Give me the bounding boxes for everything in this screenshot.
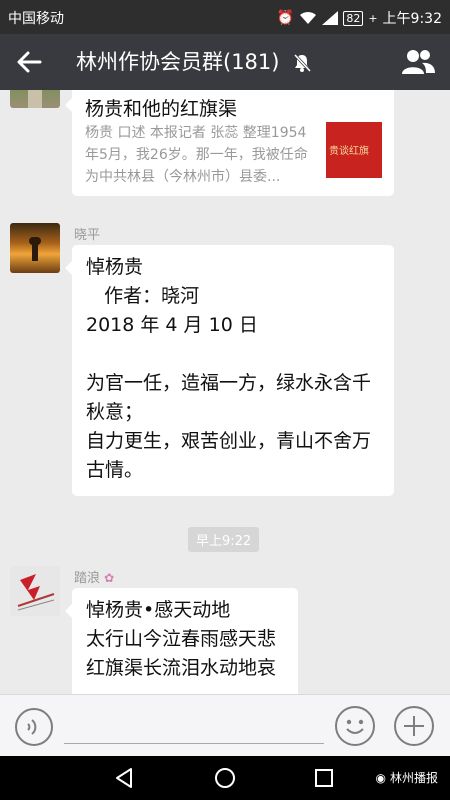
charging-icon: + <box>368 11 378 25</box>
message-list[interactable]: 杨贵和他的红旗渠 杨贵 口述 本报记者 张蕊 整理1954年5月，我26岁。那一… <box>0 90 450 694</box>
plus-icon[interactable] <box>393 705 435 747</box>
article-card[interactable]: 杨贵和他的红旗渠 杨贵 口述 本报记者 张蕊 整理1954年5月，我26岁。那一… <box>65 90 394 196</box>
avatar[interactable] <box>10 90 60 108</box>
back-triangle-icon[interactable] <box>113 767 135 789</box>
group-members-icon[interactable] <box>400 46 436 78</box>
article-description: 杨贵 口述 本报记者 张蕊 整理1954年5月，我26岁。那一年，我被任命为中共… <box>85 125 308 185</box>
emoji-icon: ✿ <box>104 571 115 585</box>
wechat-icon: ◉ <box>375 770 386 785</box>
message-text: 悼杨贵•感天动地 太行山今泣春雨感天悲 红旗渠长流泪水动地哀 <box>86 599 277 679</box>
signal-icon <box>322 11 339 25</box>
logo-image <box>17 574 55 611</box>
carrier-name: 中国移动 <box>8 11 64 27</box>
mute-bell-icon <box>293 53 312 73</box>
battery-icon: 82 <box>343 10 364 26</box>
back-arrow-icon[interactable] <box>14 48 44 76</box>
recent-apps-icon[interactable] <box>314 768 334 788</box>
voice-icon[interactable] <box>14 707 54 747</box>
home-circle-icon[interactable] <box>214 767 236 789</box>
avatar[interactable] <box>10 566 60 616</box>
input-bar <box>0 694 450 757</box>
chat-header: 林州作协会员群(181) <box>0 34 450 90</box>
thumbnail-text: 贵谈红旗 <box>329 146 369 157</box>
message-text: 悼杨贵 作者：晓河 2018 年 4 月 10 日 为官一任，造福一方，绿水永含… <box>86 256 372 481</box>
wifi-icon <box>300 11 317 24</box>
status-bar: 中国移动 ⏰ 82 + 上午9:32 <box>0 0 450 34</box>
article-thumbnail: 贵谈红旗 <box>326 122 382 178</box>
clock: 上午9:32 <box>382 11 442 27</box>
message-bubble[interactable]: 悼杨贵•感天动地 太行山今泣春雨感天悲 红旗渠长流泪水动地哀 <box>65 588 298 694</box>
timestamp: 早上9:22 <box>188 527 260 552</box>
sender-name: 晓平 <box>74 228 101 243</box>
message-bubble[interactable]: 悼杨贵 作者：晓河 2018 年 4 月 10 日 为官一任，造福一方，绿水永含… <box>65 245 394 496</box>
group-title: 林州作协会员群(181) <box>76 50 280 74</box>
article-title: 杨贵和他的红旗渠 <box>85 98 238 120</box>
avatar[interactable] <box>10 223 60 273</box>
navigation-bar: ◉ 林州播报 <box>0 756 450 800</box>
watermark: ◉ 林州播报 <box>375 770 439 786</box>
alarm-icon: ⏰ <box>276 10 295 26</box>
message-input[interactable] <box>64 707 324 744</box>
sender-name: 踏浪 ✿ <box>74 571 115 586</box>
emoji-icon[interactable] <box>334 705 376 747</box>
